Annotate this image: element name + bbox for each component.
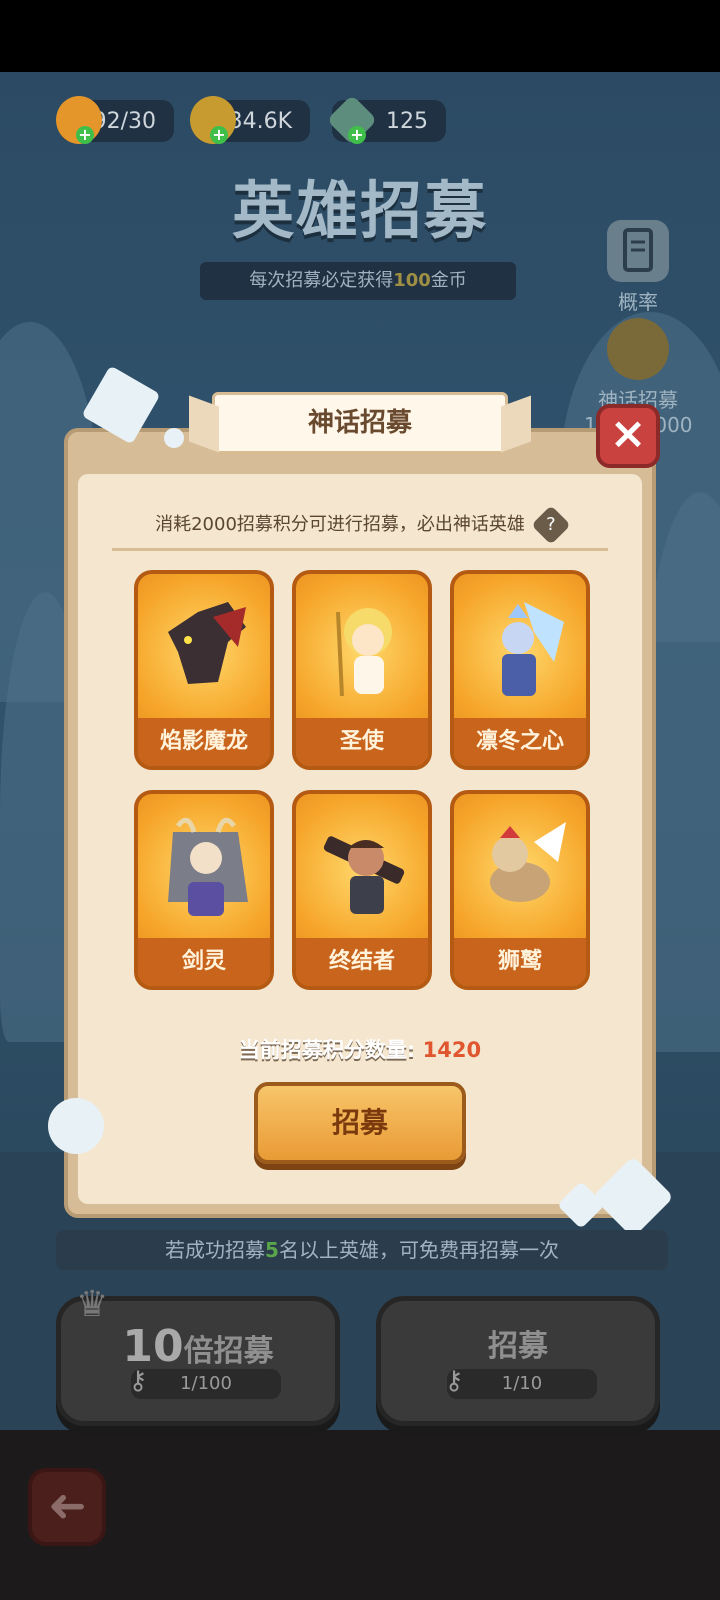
hero-name: 狮鹫 (454, 938, 586, 986)
document-icon (607, 220, 669, 282)
key-icon: ⚷ (128, 1366, 148, 1396)
ten-pull-keys: 1/100 (180, 1373, 232, 1394)
plus-icon: + (210, 126, 228, 144)
ice-queen-icon (502, 602, 564, 696)
close-button[interactable]: × (596, 404, 660, 468)
help-icon: ? (546, 514, 556, 535)
snowflake-decor (164, 428, 184, 448)
hero-card[interactable]: 凛冬之心 (450, 570, 590, 770)
single-pull-cost: ⚷ 1/10 (444, 1366, 597, 1399)
recruit-button[interactable]: 招募 (254, 1082, 466, 1164)
divider (112, 548, 608, 551)
gold-counter[interactable]: + 34.6K (190, 96, 310, 144)
points-label: 当前招募积分数量: (238, 1038, 423, 1062)
recruit-points: 当前招募积分数量: 1420 (140, 1034, 580, 1064)
ten-pull-label: 10倍招募 (61, 1321, 335, 1372)
probability-label: 概率 (618, 290, 658, 314)
dialog-description: 消耗2000招募积分可进行招募，必出神话英雄? (112, 505, 608, 545)
hero-name: 终结者 (296, 938, 428, 986)
points-value: 1420 (422, 1038, 482, 1062)
gem-counter[interactable]: + 125 (326, 94, 446, 146)
recruit-bonus-text: 每次招募必定获得100金币 (200, 262, 516, 300)
free-recruit-notice: 若成功招募5名以上英雄，可免费再招募一次 (56, 1230, 668, 1270)
mythic-badge-icon (607, 318, 669, 380)
terminator-icon (323, 836, 405, 914)
notice-num: 5 (265, 1238, 279, 1262)
hero-name: 焰影魔龙 (138, 718, 270, 766)
single-pull-keys: 1/10 (501, 1373, 543, 1394)
hero-name: 圣使 (296, 718, 428, 766)
crown-icon: ♛ (76, 1284, 109, 1325)
help-button[interactable]: ? (531, 505, 571, 545)
subtitle-num: 100 (393, 270, 431, 291)
griffin-icon (490, 822, 566, 902)
page-title: 英雄招募 (231, 174, 488, 247)
sword-spirit-icon (168, 817, 248, 916)
description-text: 消耗2000招募积分可进行招募，必出神话英雄 (155, 514, 525, 535)
hero-card[interactable]: 焰影魔龙 (134, 570, 274, 770)
single-pull-button[interactable]: 招募 ⚷ 1/10 (376, 1296, 660, 1426)
hero-card[interactable]: 终结者 (292, 790, 432, 990)
plus-icon: + (348, 126, 366, 144)
notice-pre: 若成功招募 (165, 1238, 266, 1262)
ten-pull-text: 倍招募 (183, 1334, 274, 1369)
key-icon: ⚷ (444, 1366, 464, 1396)
hero-name: 剑灵 (138, 938, 270, 986)
hero-card[interactable]: 圣使 (292, 570, 432, 770)
ten-pull-cost: ⚷ 1/100 (128, 1366, 281, 1399)
angel-icon (336, 608, 392, 697)
status-bar (0, 0, 720, 72)
plus-icon: + (76, 126, 94, 144)
hero-card[interactable]: 狮鹫 (450, 790, 590, 990)
back-arrow-icon: ➜ (47, 1478, 87, 1532)
dragon-icon (168, 602, 246, 684)
snowflake-decor (48, 1098, 104, 1154)
probability-button[interactable]: 概率 (596, 220, 680, 315)
hero-name: 凛冬之心 (454, 718, 586, 766)
dialog-title: 神话招募 (212, 392, 508, 454)
subtitle-post: 金币 (430, 270, 467, 291)
hero-card[interactable]: 剑灵 (134, 790, 274, 990)
subtitle-pre: 每次招募必定获得 (249, 270, 394, 291)
stamina-counter[interactable]: + 92/30 (56, 96, 174, 144)
back-button[interactable]: ➜ (28, 1468, 106, 1546)
single-pull-label: 招募 (488, 1329, 548, 1364)
notice-post: 名以上英雄，可免费再招募一次 (278, 1238, 559, 1262)
bottom-bar (0, 1430, 720, 1600)
